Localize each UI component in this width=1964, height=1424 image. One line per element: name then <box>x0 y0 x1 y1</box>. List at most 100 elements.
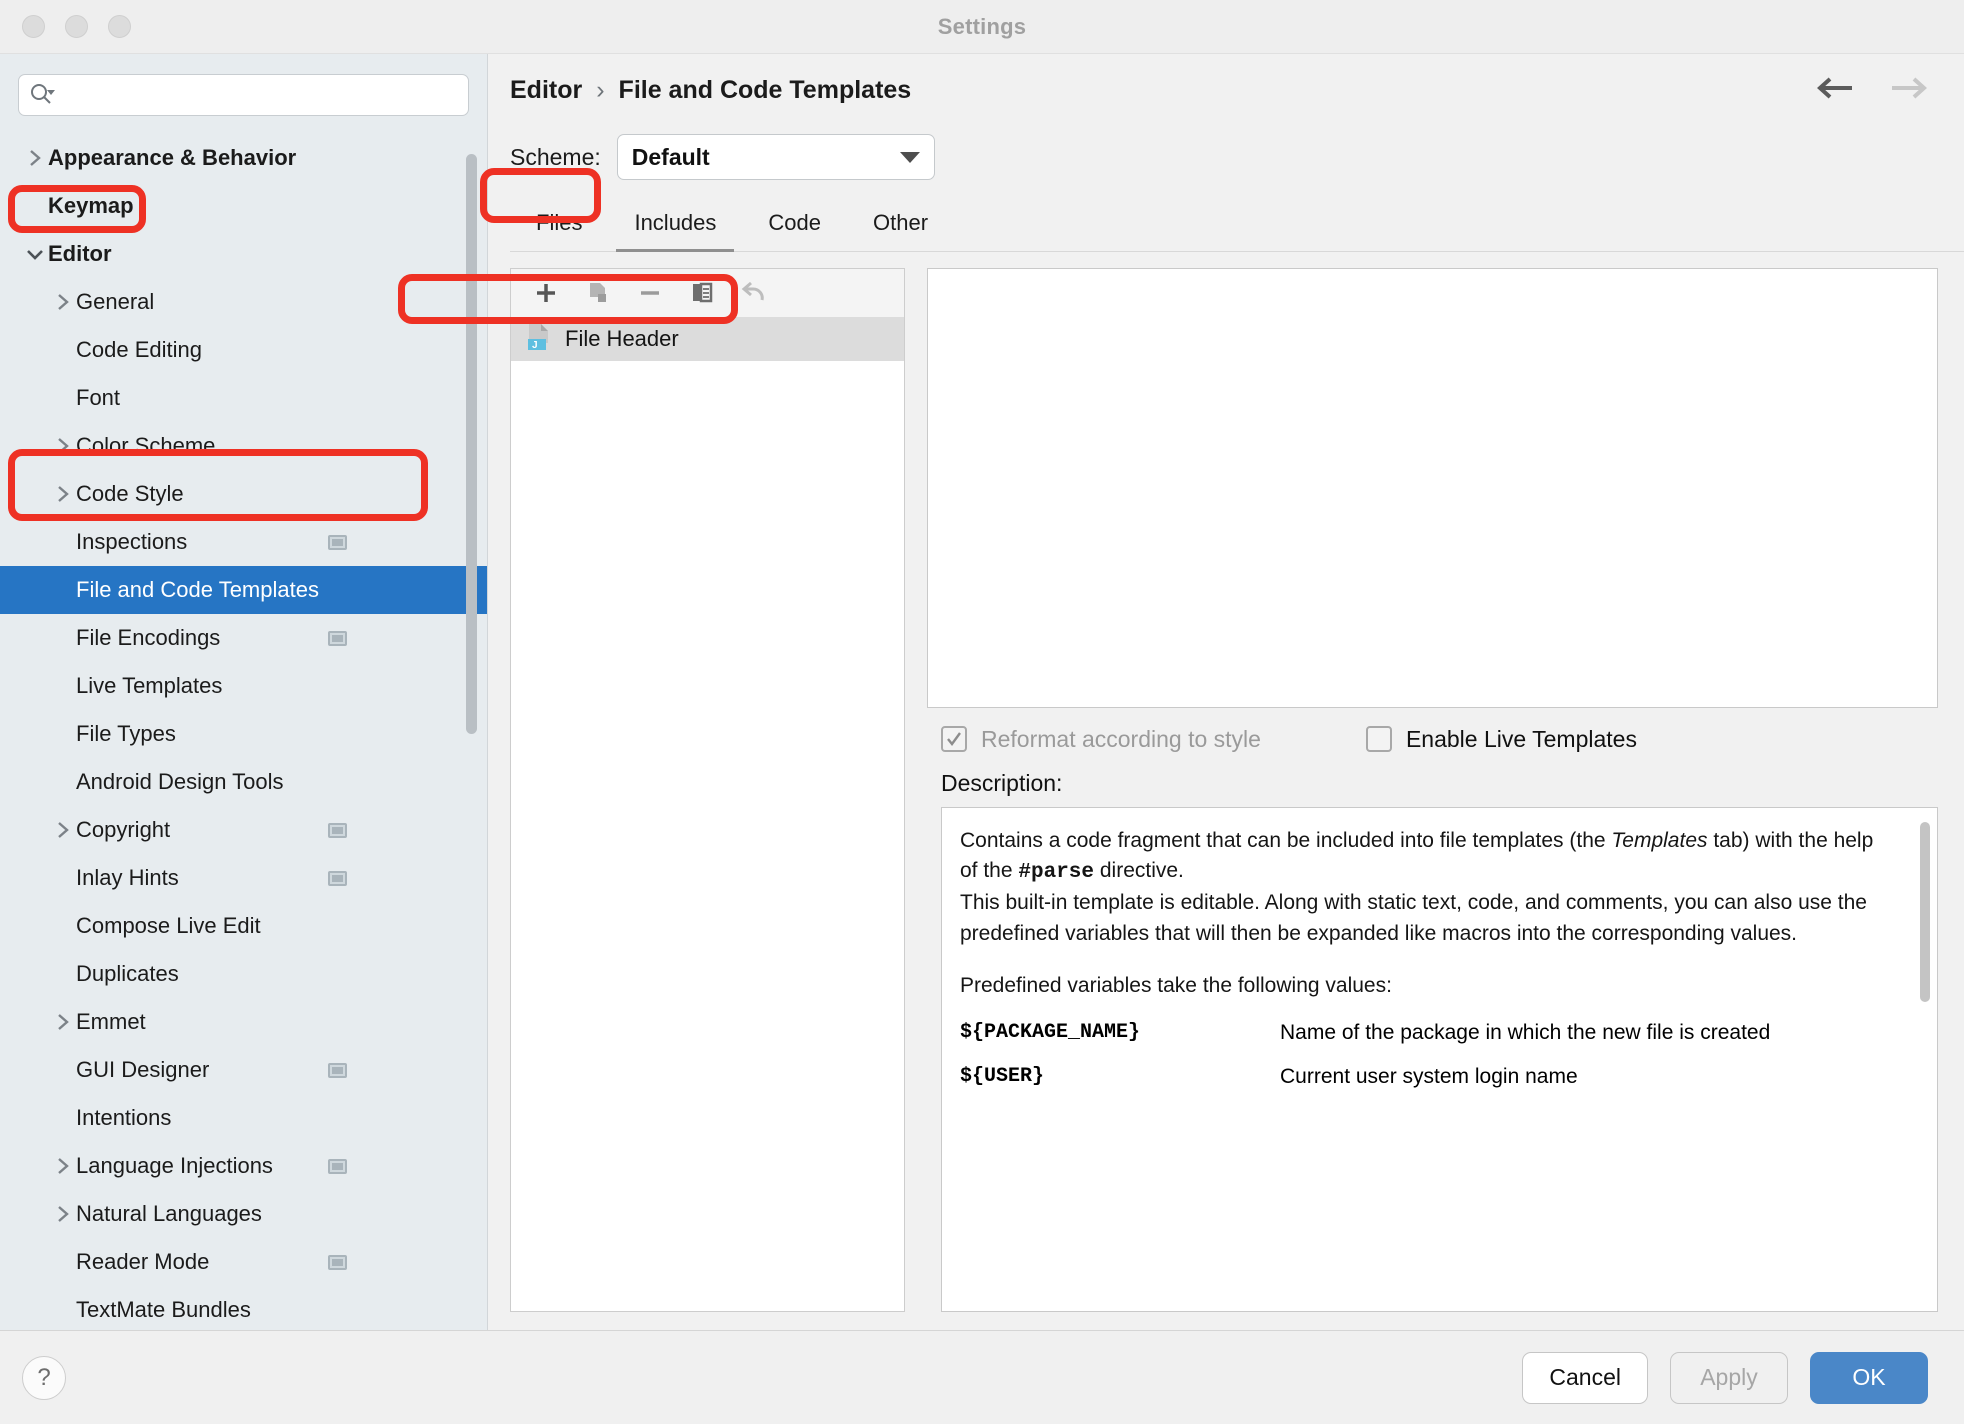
sidebar-item-reader-mode[interactable]: Reader Mode <box>0 1238 487 1286</box>
sidebar-item-general[interactable]: General <box>0 278 487 326</box>
search-input[interactable] <box>59 85 458 106</box>
sidebar-item-label: Inlay Hints <box>76 865 179 891</box>
chevron-right-icon[interactable] <box>50 292 76 312</box>
chevron-down-icon[interactable] <box>22 246 48 262</box>
chevron-right-icon[interactable] <box>50 436 76 456</box>
template-panes: JFile Header Reformat according to style <box>488 252 1964 1330</box>
sidebar-item-live-templates[interactable]: Live Templates <box>0 662 487 710</box>
description-content: Contains a code fragment that can be inc… <box>942 808 1937 1109</box>
sidebar-item-textmate-bundles[interactable]: TextMate Bundles <box>0 1286 487 1330</box>
breadcrumb-separator: › <box>596 76 604 105</box>
variable-name: ${PACKAGE_NAME} <box>960 1011 1280 1055</box>
sidebar-item-language-injections[interactable]: Language Injections <box>0 1142 487 1190</box>
sidebar-item-label: Code Style <box>76 481 184 507</box>
sidebar-item-editor[interactable]: Editor <box>0 230 487 278</box>
sidebar-item-code-editing[interactable]: Code Editing <box>0 326 487 374</box>
sidebar-item-file-encodings[interactable]: File Encodings <box>0 614 487 662</box>
remove-template-button[interactable] <box>629 274 671 312</box>
duplicate-template-button[interactable] <box>681 274 723 312</box>
chevron-right-icon[interactable] <box>50 1012 76 1032</box>
page-title: File and Code Templates <box>619 76 912 105</box>
sidebar-item-emmet[interactable]: Emmet <box>0 998 487 1046</box>
sidebar-item-label: File Types <box>76 721 176 747</box>
sidebar-item-compose-live-edit[interactable]: Compose Live Edit <box>0 902 487 950</box>
forward-arrow-icon[interactable] <box>1888 75 1930 106</box>
reformat-checkbox[interactable] <box>941 726 967 752</box>
settings-content: Editor › File and Code Templates <box>488 54 1964 1330</box>
sidebar-item-intentions[interactable]: Intentions <box>0 1094 487 1142</box>
sidebar-item-label: General <box>76 289 154 315</box>
sidebar-item-label: Duplicates <box>76 961 179 987</box>
scheme-dropdown[interactable]: Default <box>617 134 935 180</box>
reset-template-button[interactable] <box>733 274 775 312</box>
sidebar-item-duplicates[interactable]: Duplicates <box>0 950 487 998</box>
config-badge-icon <box>328 1159 347 1174</box>
back-arrow-icon[interactable] <box>1814 75 1856 106</box>
sidebar-item-label: Code Editing <box>76 337 202 363</box>
chevron-right-icon[interactable] <box>22 148 48 168</box>
template-editor-pane: Reformat according to style Enable Live … <box>927 268 1938 1312</box>
description-gap <box>960 949 1893 971</box>
ok-button[interactable]: OK <box>1810 1352 1928 1404</box>
sidebar-item-font[interactable]: Font <box>0 374 487 422</box>
help-button[interactable]: ? <box>22 1356 66 1400</box>
variable-description: Current user system login name <box>1280 1055 1893 1099</box>
chevron-right-icon[interactable] <box>50 1156 76 1176</box>
search-box[interactable] <box>18 74 469 116</box>
desc-p1-a: Contains a code fragment that can be inc… <box>960 829 1611 852</box>
copy-template-button[interactable] <box>577 274 619 312</box>
window-body: Appearance & BehaviorKeymapEditorGeneral… <box>0 54 1964 1330</box>
scheme-label: Scheme: <box>510 144 601 171</box>
chevron-down-icon <box>900 152 920 163</box>
sidebar-item-label: Language Injections <box>76 1153 273 1179</box>
svg-text:J: J <box>532 340 538 351</box>
tabs-container: FilesIncludesCodeOther <box>488 196 1964 252</box>
config-badge-icon <box>328 1255 347 1270</box>
sidebar-scrollbar[interactable] <box>466 154 477 734</box>
sidebar-item-inlay-hints[interactable]: Inlay Hints <box>0 854 487 902</box>
config-badge-icon <box>328 871 347 886</box>
template-tabs: FilesIncludesCodeOther <box>510 196 1964 252</box>
sidebar-item-copyright[interactable]: Copyright <box>0 806 487 854</box>
config-badge-icon <box>328 631 347 646</box>
add-template-button[interactable] <box>525 274 567 312</box>
breadcrumb: Editor › File and Code Templates <box>488 54 1964 126</box>
sidebar-item-inspections[interactable]: Inspections <box>0 518 487 566</box>
sidebar-item-appearance-behavior[interactable]: Appearance & Behavior <box>0 134 487 182</box>
chevron-right-icon[interactable] <box>50 820 76 840</box>
sidebar-item-file-and-code-templates[interactable]: File and Code Templates <box>0 566 487 614</box>
description-box: Contains a code fragment that can be inc… <box>941 807 1938 1312</box>
breadcrumb-parent[interactable]: Editor <box>510 76 582 105</box>
search-container <box>0 54 487 130</box>
java-template-file-icon: J <box>525 322 553 357</box>
sidebar-item-color-scheme[interactable]: Color Scheme <box>0 422 487 470</box>
apply-button[interactable]: Apply <box>1670 1352 1788 1404</box>
sidebar-item-natural-languages[interactable]: Natural Languages <box>0 1190 487 1238</box>
predefined-variable-row: ${PACKAGE_NAME}Name of the package in wh… <box>960 1011 1893 1055</box>
template-code-editor[interactable] <box>927 268 1938 708</box>
tab-code[interactable]: Code <box>742 195 847 251</box>
sidebar-item-code-style[interactable]: Code Style <box>0 470 487 518</box>
description-paragraph-2: This built-in template is editable. Alon… <box>960 888 1893 948</box>
tab-files[interactable]: Files <box>510 195 608 251</box>
sidebar-item-keymap[interactable]: Keymap <box>0 182 487 230</box>
sidebar-item-label: Android Design Tools <box>76 769 284 795</box>
sidebar-item-file-types[interactable]: File Types <box>0 710 487 758</box>
scheme-row: Scheme: Default <box>488 126 1964 188</box>
template-list-item[interactable]: JFile Header <box>511 317 904 361</box>
sidebar-item-label: Live Templates <box>76 673 222 699</box>
description-label: Description: <box>927 770 1938 807</box>
tab-includes[interactable]: Includes <box>608 195 742 251</box>
chevron-right-icon[interactable] <box>50 1204 76 1224</box>
sidebar-item-label: Intentions <box>76 1105 171 1131</box>
cancel-button[interactable]: Cancel <box>1522 1352 1648 1404</box>
chevron-right-icon[interactable] <box>50 484 76 504</box>
tab-other[interactable]: Other <box>847 195 954 251</box>
enable-live-templates-checkbox[interactable] <box>1366 726 1392 752</box>
sidebar-item-android-design-tools[interactable]: Android Design Tools <box>0 758 487 806</box>
description-variables-intro: Predefined variables take the following … <box>960 971 1893 1001</box>
description-scrollbar[interactable] <box>1920 822 1930 1002</box>
settings-window: Settings Appearance & BehaviorKeymapEdi <box>0 0 1964 1424</box>
dialog-footer: ? Cancel Apply OK <box>0 1330 1964 1424</box>
sidebar-item-gui-designer[interactable]: GUI Designer <box>0 1046 487 1094</box>
